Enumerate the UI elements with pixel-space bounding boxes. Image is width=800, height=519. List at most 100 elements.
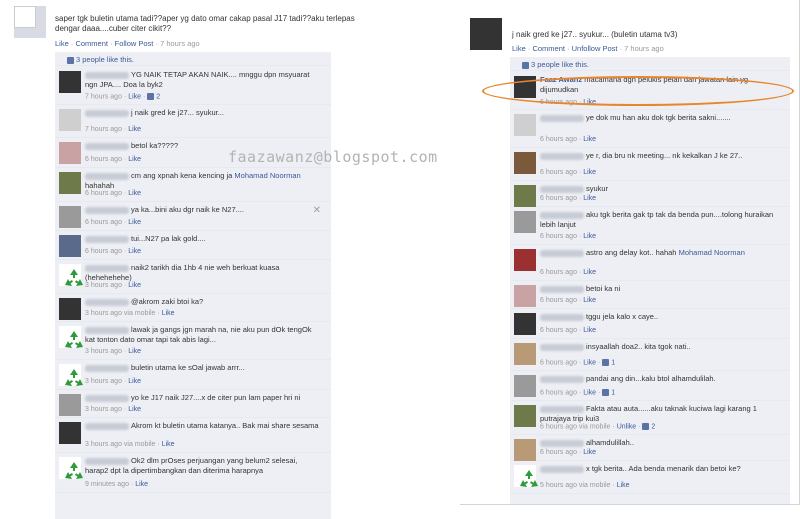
commenter-avatar[interactable] <box>59 298 81 320</box>
comment-like-link[interactable]: Like <box>128 93 141 100</box>
comment-item: Ok2 dlm prOses perjuangan yang belum2 se… <box>55 453 331 493</box>
comment-like-link[interactable]: Like <box>128 126 141 133</box>
comment-item: Fakta atau auta......aku taknak kuciwa l… <box>510 401 790 435</box>
redacted-commenter-name[interactable] <box>540 185 584 193</box>
comment-like-count[interactable]: 1 <box>611 359 615 366</box>
commenter-avatar[interactable] <box>59 71 81 93</box>
comment-like-count[interactable]: 2 <box>156 93 160 100</box>
unfollow-post-link[interactable]: Unfollow Post <box>572 44 618 53</box>
redacted-commenter-name[interactable] <box>85 422 129 430</box>
commenter-avatar[interactable] <box>514 313 536 335</box>
comment-like-link[interactable]: Like <box>128 348 141 355</box>
comment-like-link[interactable]: Like <box>128 248 141 255</box>
commenter-avatar[interactable] <box>59 235 81 257</box>
redacted-commenter-name[interactable] <box>85 457 129 465</box>
commenter-avatar[interactable] <box>59 109 81 131</box>
redacted-commenter-name[interactable] <box>85 142 129 150</box>
commenter-avatar[interactable] <box>59 142 81 164</box>
post-author-avatar[interactable] <box>14 6 46 38</box>
commenter-avatar[interactable] <box>514 465 538 487</box>
comment-like-link[interactable]: Like <box>162 441 175 448</box>
redacted-commenter-name[interactable] <box>540 465 584 473</box>
follow-post-link[interactable]: Follow Post <box>115 39 154 48</box>
comment-text: pandai ang din...kalu btol alhamdulilah. <box>586 374 716 383</box>
redacted-commenter-name[interactable] <box>85 71 129 79</box>
redacted-commenter-name[interactable] <box>540 114 584 122</box>
redacted-commenter-name[interactable] <box>85 364 129 372</box>
commenter-avatar[interactable] <box>59 264 83 286</box>
comment-like-link[interactable]: Like <box>128 219 141 226</box>
likes-summary[interactable]: 3 people like this. <box>55 52 331 66</box>
commenter-avatar[interactable] <box>514 439 536 461</box>
commenter-avatar[interactable] <box>514 249 536 271</box>
comment-time: 3 hours ago <box>85 282 122 289</box>
comment-like-link[interactable]: Like <box>128 190 141 197</box>
close-icon[interactable]: ✕ <box>313 205 321 216</box>
comment-like-link[interactable]: Like <box>583 169 596 176</box>
commenter-avatar[interactable] <box>59 326 83 348</box>
commenter-avatar[interactable] <box>514 152 536 174</box>
commenter-avatar[interactable] <box>514 211 536 233</box>
comment-like-link[interactable]: Unlike <box>617 423 636 430</box>
comment-like-count[interactable]: 1 <box>611 389 615 396</box>
post-time: 7 hours ago <box>624 44 664 53</box>
like-link[interactable]: Like <box>55 39 69 48</box>
redacted-commenter-name[interactable] <box>85 264 129 272</box>
like-link[interactable]: Like <box>512 44 526 53</box>
comment-like-link[interactable]: Like <box>583 269 596 276</box>
commenter-avatar[interactable] <box>59 394 81 416</box>
commenter-avatar[interactable] <box>514 114 536 136</box>
comment-like-link[interactable]: Like <box>135 481 148 488</box>
comment-like-link[interactable]: Like <box>128 406 141 413</box>
redacted-commenter-name[interactable] <box>540 343 584 351</box>
redacted-commenter-name[interactable] <box>540 313 584 321</box>
likes-summary[interactable]: 3 people like this. <box>510 57 790 71</box>
comment-meta: 6 hours ago via mobile · Unlike · 2 <box>540 423 656 431</box>
redacted-commenter-name[interactable] <box>540 152 584 160</box>
comment-like-link[interactable]: Like <box>583 327 596 334</box>
redacted-commenter-name[interactable] <box>85 235 129 243</box>
redacted-commenter-name[interactable] <box>85 326 129 334</box>
commenter-avatar[interactable] <box>59 172 81 194</box>
tagged-user-link[interactable]: Mohamad Noorman <box>234 171 300 180</box>
comment-link[interactable]: Comment <box>75 39 108 48</box>
redacted-commenter-name[interactable] <box>85 109 129 117</box>
redacted-commenter-name[interactable] <box>85 172 129 180</box>
comment-like-link[interactable]: Like <box>583 136 596 143</box>
comment-like-link[interactable]: Like <box>583 233 596 240</box>
comment-meta: 5 hours ago via mobile · Like <box>540 482 630 489</box>
comment-like-count[interactable]: 2 <box>651 423 655 430</box>
redacted-commenter-name[interactable] <box>85 206 129 214</box>
comment-like-link[interactable]: Like <box>583 359 596 366</box>
redacted-commenter-name[interactable] <box>540 405 584 413</box>
redacted-commenter-name[interactable] <box>540 249 584 257</box>
redacted-commenter-name[interactable] <box>85 394 129 402</box>
commenter-avatar[interactable] <box>59 457 83 479</box>
redacted-commenter-name[interactable] <box>540 211 584 219</box>
comment-like-link[interactable]: Like <box>162 310 175 317</box>
redacted-commenter-name[interactable] <box>540 375 584 383</box>
redacted-commenter-name[interactable] <box>540 439 584 447</box>
comment-like-link[interactable]: Like <box>583 449 596 456</box>
comment-like-link[interactable]: Like <box>128 282 141 289</box>
redacted-commenter-name[interactable] <box>540 285 584 293</box>
commenter-avatar[interactable] <box>514 185 536 207</box>
commenter-avatar[interactable] <box>59 364 83 386</box>
comment-like-link[interactable]: Like <box>583 297 596 304</box>
comment-like-link[interactable]: Like <box>128 156 141 163</box>
commenter-avatar[interactable] <box>514 375 536 397</box>
commenter-avatar[interactable] <box>59 206 81 228</box>
tagged-user-link[interactable]: Mohamad Noorman <box>679 248 745 257</box>
comment-link[interactable]: Comment <box>532 44 565 53</box>
comment-meta: 6 hours ago · Like <box>85 156 142 163</box>
comment-like-link[interactable]: Like <box>128 378 141 385</box>
comment-like-link[interactable]: Like <box>583 195 596 202</box>
commenter-avatar[interactable] <box>514 285 536 307</box>
commenter-avatar[interactable] <box>59 422 81 444</box>
commenter-avatar[interactable] <box>514 405 536 427</box>
post-author-avatar[interactable] <box>470 18 502 50</box>
commenter-avatar[interactable] <box>514 343 536 365</box>
comment-like-link[interactable]: Like <box>617 482 630 489</box>
redacted-commenter-name[interactable] <box>85 298 129 306</box>
comment-like-link[interactable]: Like <box>583 389 596 396</box>
